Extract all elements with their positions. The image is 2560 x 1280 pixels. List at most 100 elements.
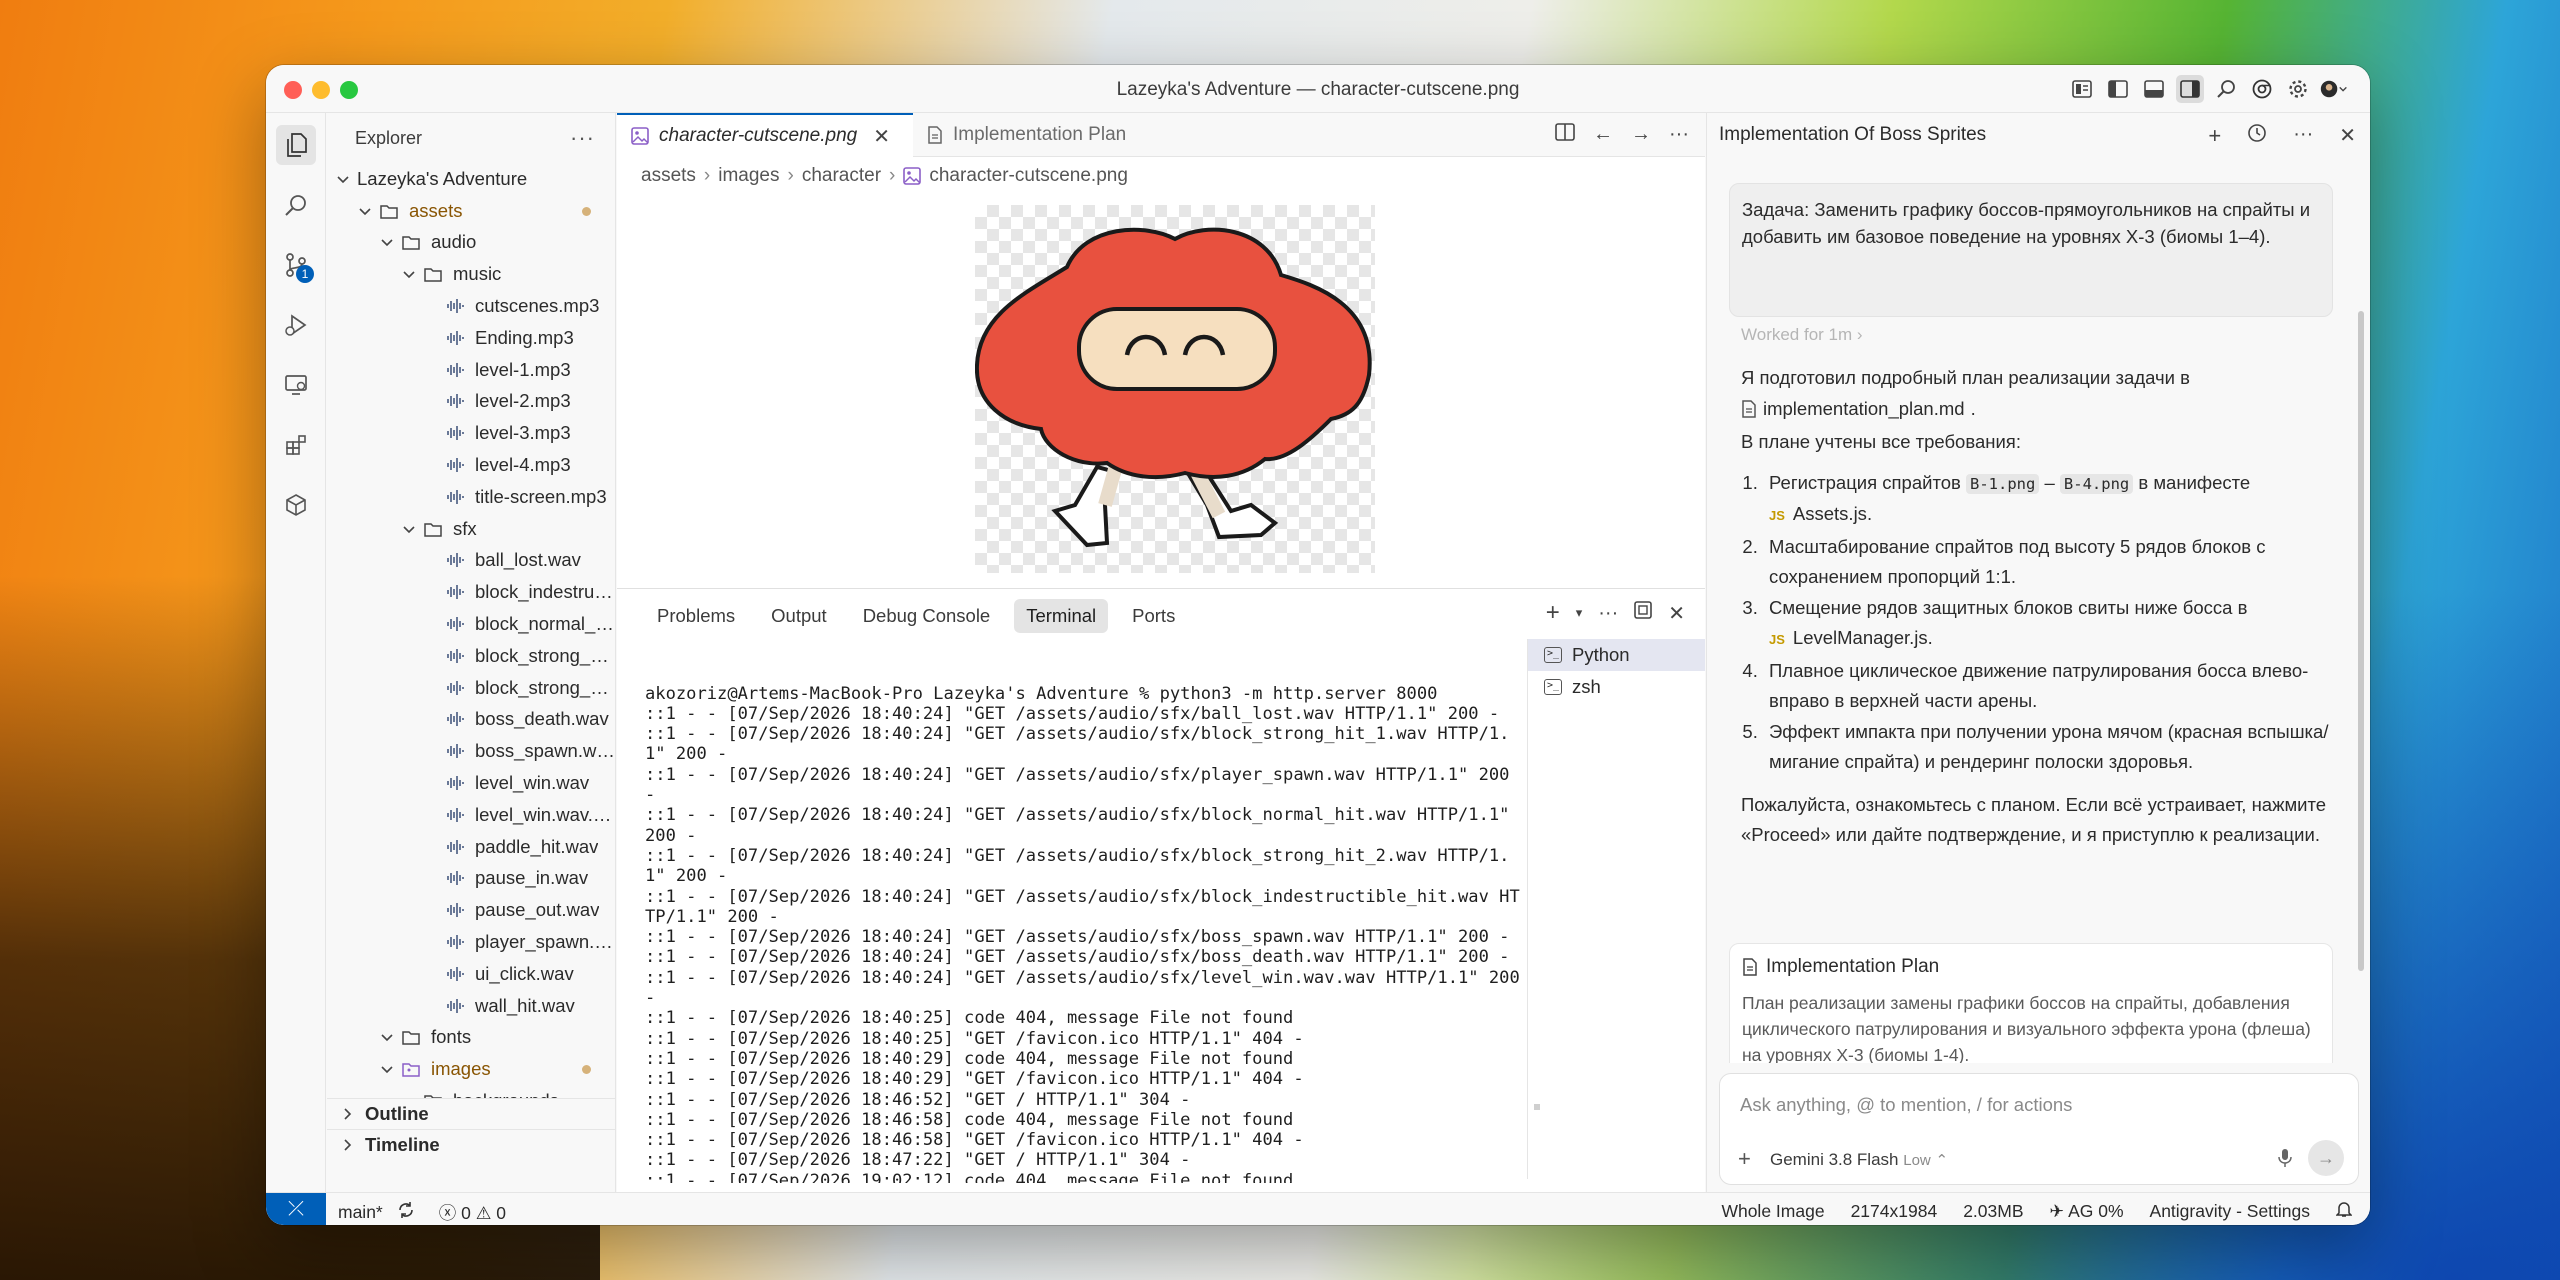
breadcrumb-item[interactable]: images bbox=[718, 165, 779, 187]
remote-icon[interactable]: ⤫ bbox=[266, 1193, 326, 1225]
image-view-mode[interactable]: Whole Image bbox=[1721, 1201, 1824, 1222]
folder-item[interactable]: images bbox=[327, 1053, 615, 1085]
file-item[interactable]: paddle_hit.wav bbox=[327, 831, 615, 863]
chevron-down-icon[interactable]: ▾ bbox=[1576, 605, 1583, 621]
close-tab-icon[interactable]: ✕ bbox=[873, 124, 890, 149]
package-cube-icon[interactable] bbox=[276, 485, 316, 525]
agent-scrollbar[interactable] bbox=[2358, 311, 2364, 971]
history-icon[interactable] bbox=[2247, 123, 2267, 149]
more-actions-icon[interactable]: ··· bbox=[2293, 123, 2313, 149]
explorer-more-icon[interactable]: ··· bbox=[570, 125, 595, 151]
file-item[interactable]: ui_click.wav bbox=[327, 958, 615, 990]
arrow-right-icon[interactable]: → bbox=[1631, 123, 1651, 147]
file-item[interactable]: level-4.mp3 bbox=[327, 449, 615, 481]
file-item[interactable]: player_spawn.wav bbox=[327, 926, 615, 958]
file-item[interactable]: pause_out.wav bbox=[327, 894, 615, 926]
more-actions-icon[interactable]: ··· bbox=[1598, 602, 1618, 625]
chat-input-box[interactable]: Ask anything, @ to mention, / for action… bbox=[1719, 1073, 2359, 1185]
source-control-icon[interactable]: 1 bbox=[276, 245, 316, 285]
chat-input[interactable]: Ask anything, @ to mention, / for action… bbox=[1740, 1094, 2072, 1116]
file-item[interactable]: block_strong_hit_... bbox=[327, 672, 615, 704]
sync-icon[interactable] bbox=[397, 1201, 415, 1224]
terminal-item-zsh[interactable]: >_ zsh bbox=[1528, 671, 1705, 703]
account-avatar-icon[interactable] bbox=[2320, 75, 2348, 103]
file-item[interactable]: block_strong_hit_... bbox=[327, 640, 615, 672]
file-item[interactable]: title-screen.mp3 bbox=[327, 481, 615, 513]
file-item[interactable]: cutscenes.mp3 bbox=[327, 290, 615, 322]
worked-for-label[interactable]: Worked for 1m › bbox=[1741, 325, 1863, 345]
tab-implementation-plan[interactable]: Implementation Plan bbox=[913, 113, 1163, 157]
tab-ports[interactable]: Ports bbox=[1120, 599, 1187, 633]
terminal-line: ::1 - - [07/Sep/2026 18:40:24] "GET /ass… bbox=[645, 724, 1510, 765]
breadcrumb-item[interactable]: character bbox=[802, 165, 881, 187]
tab-terminal[interactable]: Terminal bbox=[1014, 599, 1109, 633]
terminal-item-python[interactable]: >_ Python bbox=[1528, 639, 1705, 671]
folder-item[interactable]: sfx bbox=[327, 513, 615, 545]
new-terminal-icon[interactable]: + bbox=[1546, 599, 1560, 627]
tab-debug-console[interactable]: Debug Console bbox=[851, 599, 1003, 633]
file-item[interactable]: level-1.mp3 bbox=[327, 354, 615, 386]
maximize-panel-icon[interactable] bbox=[1634, 601, 1653, 625]
add-context-icon[interactable]: + bbox=[1738, 1146, 1751, 1172]
folder-item[interactable]: music bbox=[327, 258, 615, 290]
folder-item[interactable]: assets bbox=[327, 195, 615, 227]
folder-item[interactable]: backgrounds bbox=[327, 1085, 615, 1098]
close-panel-icon[interactable]: ✕ bbox=[1668, 601, 1685, 626]
breadcrumb-item[interactable]: assets bbox=[641, 165, 696, 187]
more-actions-icon[interactable]: ··· bbox=[1669, 123, 1689, 147]
project-root[interactable]: Lazeyka's Adventure bbox=[327, 163, 615, 195]
tab-character-cutscene[interactable]: character-cutscene.png ✕ bbox=[617, 113, 913, 157]
split-editor-icon[interactable] bbox=[1555, 123, 1575, 147]
file-item[interactable]: boss_spawn.wav bbox=[327, 735, 615, 767]
close-icon[interactable]: ✕ bbox=[2339, 123, 2356, 149]
file-item[interactable]: level_win.wav.wav bbox=[327, 799, 615, 831]
image-preview[interactable] bbox=[974, 205, 1375, 573]
terminal-output[interactable]: akozoriz@Artems-MacBook-Pro Lazeyka's Ad… bbox=[645, 643, 1525, 1183]
model-selector[interactable]: Gemini 3.8 Flash Low ⌃ bbox=[1770, 1150, 1948, 1170]
microphone-icon[interactable] bbox=[2278, 1148, 2292, 1173]
search-icon[interactable] bbox=[2212, 75, 2240, 103]
search-view-icon[interactable] bbox=[276, 185, 316, 225]
explorer-icon[interactable] bbox=[276, 125, 316, 165]
branch-status[interactable]: main* bbox=[338, 1202, 383, 1223]
file-item[interactable]: ball_lost.wav bbox=[327, 545, 615, 577]
audio-file-icon bbox=[445, 868, 475, 888]
file-item[interactable]: level_win.wav bbox=[327, 767, 615, 799]
file-item[interactable]: block_normal_hit.... bbox=[327, 608, 615, 640]
chrome-icon[interactable] bbox=[2248, 75, 2276, 103]
layout-icon[interactable] bbox=[2068, 75, 2096, 103]
timeline-section[interactable]: Timeline bbox=[327, 1129, 615, 1160]
settings-status[interactable]: Antigravity - Settings bbox=[2150, 1201, 2310, 1222]
outline-section[interactable]: Outline bbox=[327, 1098, 615, 1129]
file-item[interactable]: block_indestructi... bbox=[327, 576, 615, 608]
implementation-plan-card[interactable]: Implementation Plan План реализации заме… bbox=[1729, 943, 2333, 1063]
arrow-left-icon[interactable]: ← bbox=[1593, 123, 1613, 147]
file-item[interactable]: boss_death.wav bbox=[327, 704, 615, 736]
toggle-sidebar-icon[interactable] bbox=[2104, 75, 2132, 103]
bell-icon[interactable] bbox=[2335, 1200, 2353, 1223]
file-item[interactable]: pause_in.wav bbox=[327, 863, 615, 895]
toggle-secondary-sidebar-icon[interactable] bbox=[2176, 75, 2204, 103]
file-item[interactable]: level-2.mp3 bbox=[327, 386, 615, 418]
file-item[interactable]: Ending.mp3 bbox=[327, 322, 615, 354]
remote-explorer-icon[interactable] bbox=[276, 365, 316, 405]
problems-status[interactable]: ⓧ 0 ⚠ 0 bbox=[439, 1200, 506, 1225]
toggle-panel-icon[interactable] bbox=[2140, 75, 2168, 103]
new-chat-icon[interactable]: + bbox=[2208, 123, 2221, 149]
ag-usage[interactable]: ✈ AG 0% bbox=[2050, 1201, 2124, 1222]
plan-file-link[interactable]: implementation_plan.md. bbox=[1741, 394, 1976, 425]
send-button[interactable]: → bbox=[2308, 1140, 2344, 1176]
gear-icon[interactable] bbox=[2284, 75, 2312, 103]
folder-item[interactable]: fonts bbox=[327, 1022, 615, 1054]
file-item[interactable]: wall_hit.wav bbox=[327, 990, 615, 1022]
tab-problems[interactable]: Problems bbox=[645, 599, 747, 633]
item-label: level-3.mp3 bbox=[475, 422, 571, 444]
tab-output[interactable]: Output bbox=[759, 599, 839, 633]
run-debug-icon[interactable] bbox=[276, 305, 316, 345]
file-link[interactable]: LevelManager.js bbox=[1793, 627, 1928, 648]
breadcrumb-item[interactable]: character-cutscene.png bbox=[929, 165, 1128, 187]
file-item[interactable]: level-3.mp3 bbox=[327, 417, 615, 449]
extensions-icon[interactable] bbox=[276, 425, 316, 465]
folder-item[interactable]: audio bbox=[327, 227, 615, 259]
file-link[interactable]: Assets.js bbox=[1793, 503, 1867, 524]
